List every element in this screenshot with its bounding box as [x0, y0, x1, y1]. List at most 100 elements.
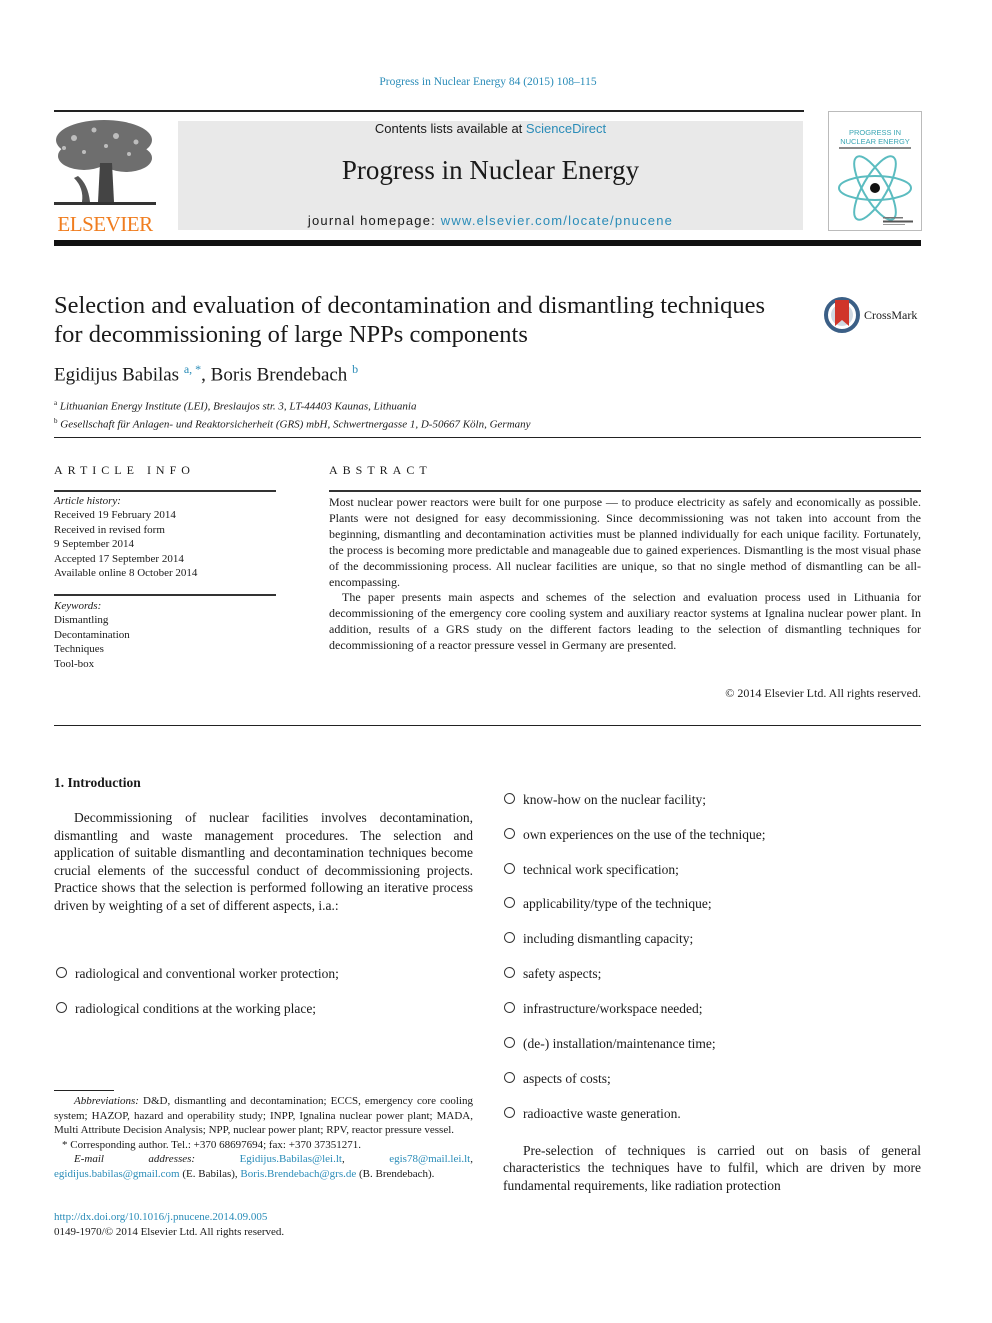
bullet-item: safety aspects;: [504, 966, 601, 982]
journal-homepage-link[interactable]: www.elsevier.com/locate/pnucene: [441, 213, 673, 228]
email-suffix: (E. Babilas),: [179, 1167, 241, 1180]
affiliation-mark: a: [54, 399, 58, 407]
journal-banner: Contents lists available at ScienceDirec…: [178, 121, 803, 230]
bullet-text: radioactive waste generation.: [523, 1106, 681, 1121]
crossmark-button[interactable]: CrossMark: [824, 296, 924, 336]
intro-continuation-paragraph: Pre-selection of techniques is carried o…: [503, 1143, 921, 1193]
email-label: E-mail addresses:: [74, 1153, 196, 1166]
keyword-item: Dismantling: [54, 614, 109, 627]
bullet-text: infrastructure/workspace needed;: [523, 1001, 703, 1016]
affiliation-item: b Gesellschaft für Anlagen- und Reaktors…: [54, 414, 531, 432]
keyword-item: Decontamination: [54, 628, 130, 641]
keyword-item: Techniques: [54, 643, 104, 656]
abstract-rule: [329, 490, 921, 492]
bullet-text: applicability/type of the technique;: [523, 896, 712, 911]
homepage-prefix: journal homepage:: [307, 213, 441, 228]
circle-bullet-icon: [504, 967, 515, 978]
bullet-text: (de-) installation/maintenance time;: [523, 1036, 716, 1051]
cover-title-line2: NUCLEAR ENERGY: [840, 137, 910, 146]
doi-link[interactable]: http://dx.doi.org/10.1016/j.pnucene.2014…: [54, 1211, 267, 1223]
author-affiliation-marker[interactable]: b: [352, 362, 358, 376]
abstract-body: Most nuclear power reactors were built f…: [329, 495, 921, 654]
affiliation-mark: b: [54, 416, 58, 425]
corresponding-author-note: * Corresponding author. Tel.: +370 68697…: [62, 1138, 361, 1151]
contents-line: Contents lists available at ScienceDirec…: [178, 121, 803, 136]
history-item: 9 September 2014: [54, 538, 135, 551]
bullet-text: including dismantling capacity;: [523, 931, 694, 946]
cover-title: PROGRESS IN NUCLEAR ENERGY: [829, 128, 921, 146]
footnotes: Abbreviations: D&D, dismantling and deco…: [54, 1094, 473, 1182]
keywords-rule: [54, 594, 276, 596]
email-link[interactable]: egis78@mail.lei.lt: [389, 1153, 470, 1165]
keywords-label: Keywords:: [54, 600, 102, 612]
journal-citation-link[interactable]: Progress in Nuclear Energy 84 (2015) 108…: [0, 76, 976, 88]
circle-bullet-icon: [56, 1002, 67, 1013]
email-suffix: ,: [470, 1153, 473, 1166]
author-name[interactable]: Boris Brendebach: [211, 364, 348, 385]
cover-publisher-mark-icon: [883, 217, 913, 225]
section-heading-introduction: 1. Introduction: [54, 775, 141, 790]
email-suffix: (B. Brendebach).: [356, 1167, 435, 1180]
abstract-copyright: © 2014 Elsevier Ltd. All rights reserved…: [725, 686, 921, 700]
circle-bullet-icon: [504, 1002, 515, 1013]
affiliation-item: a Lithuanian Energy Institute (LEI), Bre…: [54, 396, 531, 414]
bullet-item: own experiences on the use of the techni…: [504, 827, 766, 843]
bullet-item: radiological and conventional worker pro…: [56, 966, 339, 982]
affiliations: a Lithuanian Energy Institute (LEI), Bre…: [54, 396, 531, 431]
bullet-item: including dismantling capacity;: [504, 931, 693, 947]
history-item: Available online 8 October 2014: [54, 567, 198, 580]
cover-title-line1: PROGRESS IN: [848, 128, 902, 137]
abstract-heading: ABSTRACT: [329, 463, 432, 477]
abstract-paragraph: Most nuclear power reactors were built f…: [329, 495, 921, 589]
journal-title: Progress in Nuclear Energy: [341, 155, 640, 185]
abbreviations-footnote: Abbreviations: D&D, dismantling and deco…: [54, 1094, 473, 1138]
bullet-item: aspects of costs;: [504, 1071, 611, 1087]
author-name[interactable]: Egidijus Babilas: [54, 364, 179, 385]
keyword-item: Tool-box: [54, 657, 95, 670]
circle-bullet-icon: [504, 1072, 515, 1083]
elsevier-tree-logo-icon: [54, 120, 156, 205]
bullet-item: radioactive waste generation.: [504, 1106, 681, 1122]
bullet-item: applicability/type of the technique;: [504, 896, 712, 912]
bullet-item: technical work specification;: [504, 862, 679, 878]
article-title: Selection and evaluation of decontaminat…: [54, 292, 765, 348]
elsevier-logo[interactable]: ELSEVIER: [54, 118, 156, 236]
header-rule: [54, 110, 804, 112]
circle-bullet-icon: [504, 863, 515, 874]
crossmark-label: CrossMark: [864, 308, 918, 322]
sciencedirect-link[interactable]: ScienceDirect: [526, 121, 606, 136]
bullet-text: safety aspects;: [523, 966, 602, 981]
email-link[interactable]: Boris.Brendebach@grs.de: [240, 1168, 356, 1180]
article-info-rule: [54, 490, 276, 492]
email-link[interactable]: Egidijus.Babilas@lei.lt: [240, 1153, 342, 1165]
bullet-item: know-how on the nuclear facility;: [504, 792, 706, 808]
elsevier-wordmark: ELSEVIER: [57, 212, 153, 236]
footnote-rule: [54, 1090, 114, 1091]
bullet-item: radiological conditions at the working p…: [56, 1001, 316, 1017]
article-history-label: Article history:: [54, 495, 121, 507]
author-list: Egidijus Babilas a, *, Boris Brendebach …: [54, 362, 358, 386]
header-thick-rule: [54, 240, 921, 246]
crossmark-icon: [824, 297, 860, 333]
bullet-text: aspects of costs;: [523, 1071, 611, 1086]
bullet-text: radiological and conventional worker pro…: [75, 966, 339, 981]
keywords: Keywords: Dismantling Decontamination Te…: [54, 599, 130, 671]
circle-bullet-icon: [504, 1107, 515, 1118]
history-item: Received 19 February 2014: [54, 509, 176, 522]
abstract-paragraph: The paper presents main aspects and sche…: [329, 590, 921, 653]
email-link[interactable]: egidijus.babilas@gmail.com: [54, 1168, 180, 1180]
affiliation-text: Gesellschaft für Anlagen- und Reaktorsic…: [60, 418, 531, 431]
author-affiliation-marker[interactable]: a, *: [184, 362, 201, 376]
journal-cover[interactable]: PROGRESS IN NUCLEAR ENERGY: [828, 111, 922, 231]
bullet-text: know-how on the nuclear facility;: [523, 792, 706, 807]
article-info-heading: ARTICLE INFO: [54, 463, 195, 477]
circle-bullet-icon: [504, 793, 515, 804]
circle-bullet-icon: [504, 828, 515, 839]
email-suffix: ,: [341, 1153, 390, 1166]
history-item: Accepted 17 September 2014: [54, 552, 184, 565]
history-item: Received in revised form: [54, 523, 165, 536]
affiliation-text: Lithuanian Energy Institute (LEI), Bresl…: [59, 400, 417, 413]
homepage-line: journal homepage: www.elsevier.com/locat…: [178, 213, 803, 228]
section-rule: [54, 725, 921, 726]
cover-subtitle-bar: [839, 147, 911, 149]
